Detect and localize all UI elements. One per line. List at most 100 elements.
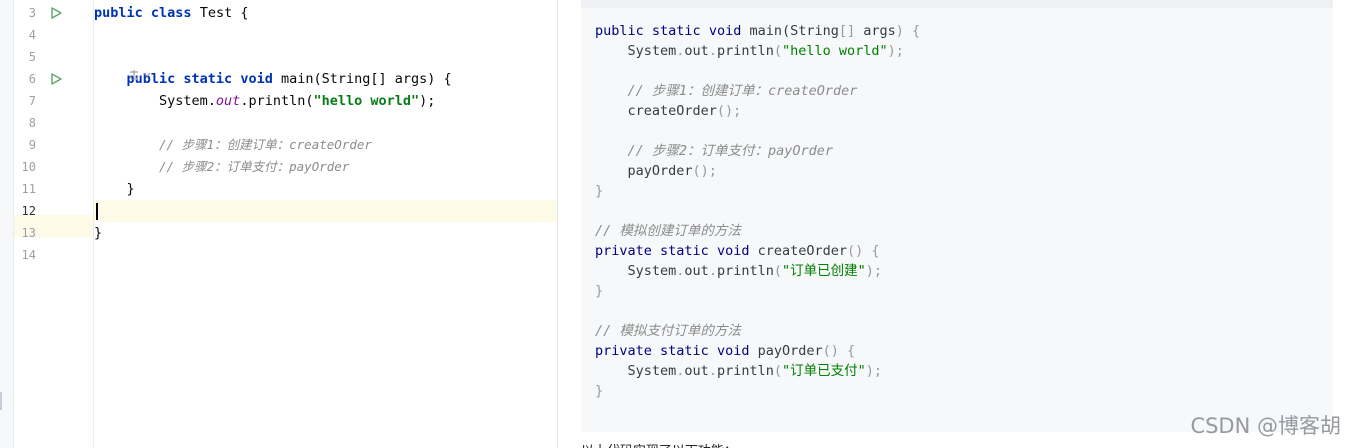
article-code-token: () { <box>822 343 856 359</box>
article-code-token: private <box>595 243 661 259</box>
line-number: 11 <box>21 182 36 196</box>
article-code-token: // 步骤1：创建订单：createOrder <box>595 83 858 99</box>
article-code-token: public <box>595 23 652 39</box>
gutter-line: 12 <box>14 200 94 222</box>
code-line[interactable] <box>94 112 557 134</box>
current-code-line[interactable] <box>94 200 557 222</box>
line-number: 6 <box>28 72 36 86</box>
article-code-token: println <box>716 43 774 59</box>
article-code-block[interactable]: public static void main(String[] args) {… <box>581 8 1333 432</box>
strip-marker <box>0 392 2 410</box>
code-line[interactable]: System.out.println("hello world"); <box>94 90 557 112</box>
article-code-token: println <box>716 263 774 279</box>
gutter-line: 3 <box>14 2 94 24</box>
line-number: 4 <box>28 28 36 42</box>
article-code-token: out <box>684 263 709 279</box>
article-code-token: // 步骤2：订单支付：payOrder <box>595 143 834 159</box>
article-code-token: "订单已支付" <box>782 363 866 379</box>
line-number: 3 <box>28 6 36 20</box>
article-code-token: static <box>651 23 709 39</box>
code-line[interactable] <box>94 46 557 68</box>
csdn-watermark: CSDN @博客胡 <box>1190 414 1341 438</box>
article-code-token: ); <box>865 263 883 279</box>
article-code-token: main <box>749 23 782 39</box>
line-number: 5 <box>28 50 36 64</box>
line-number: 12 <box>21 204 36 218</box>
article-code-token: } <box>595 383 604 399</box>
code-line[interactable]: } <box>94 178 557 200</box>
article-code-token: args <box>863 23 896 39</box>
line-number: 9 <box>28 138 36 152</box>
code-editor[interactable]: 3 4 5 6 7 8 9 10 11 12 13 14 public class Test { pu… <box>0 0 558 448</box>
code-token: main(String[] args) { <box>280 71 452 87</box>
article-code-line: System.out.println("订单已创建"); <box>595 261 883 281</box>
code-token: ); <box>419 93 436 109</box>
article-code-token: "订单已创建" <box>782 263 866 279</box>
article-code-line: } <box>595 281 603 301</box>
article-code-token: } <box>595 183 604 199</box>
article-code-token: out <box>684 363 709 379</box>
code-line[interactable]: // 步骤2：订单支付：payOrder <box>94 156 557 178</box>
article-code-token: static <box>660 343 717 359</box>
run-gutter-icon[interactable] <box>50 7 62 19</box>
code-token: } <box>94 181 135 197</box>
code-token: class <box>150 5 200 21</box>
article-code-line: createOrder(); <box>595 101 742 121</box>
article-code-line: // 模拟创建订单的方法 <box>595 221 741 241</box>
code-line[interactable] <box>94 244 557 266</box>
gutter-line: 6 <box>14 68 94 90</box>
article-code-token: void <box>708 23 750 39</box>
article-code-token: ); <box>887 43 904 59</box>
article-code-line: // 步骤2：订单支付：payOrder <box>595 141 834 161</box>
gutter-line: 8 <box>14 112 94 134</box>
article-code-token: payOrder <box>595 163 693 179</box>
code-area[interactable]: public class Test { public static void m… <box>94 0 557 448</box>
gutter-line: 5 <box>14 46 94 68</box>
article-code-token: (String <box>781 23 839 39</box>
article-code-token: () { <box>846 243 880 259</box>
article-code-token: ( <box>773 363 782 379</box>
article-code-token: System <box>595 263 677 279</box>
line-number: 14 <box>21 248 36 262</box>
article-code-token: ); <box>865 363 883 379</box>
article-code-line: // 模拟支付订单的方法 <box>595 321 741 341</box>
code-token: void <box>240 71 281 87</box>
article-code-token: ( <box>773 43 782 59</box>
article-code-token: . <box>708 263 717 279</box>
code-line[interactable]: public static void main(String[] args) { <box>94 68 557 90</box>
gutter-line: 13 <box>14 222 94 244</box>
line-gutter[interactable]: 3 4 5 6 7 8 9 10 11 12 13 14 <box>14 0 94 448</box>
article-code-token: void <box>716 343 758 359</box>
line-number: 13 <box>21 226 36 240</box>
line-number: 10 <box>21 160 36 174</box>
codeblock-toolbar <box>581 0 1333 8</box>
article-code-token: createOrder <box>595 103 717 119</box>
code-token: } <box>94 225 103 241</box>
article-code-line: System.out.println("hello world"); <box>595 41 904 61</box>
code-line[interactable]: } <box>94 222 557 244</box>
article-code-token: out <box>684 43 709 59</box>
article-code-line: public static void main(String[] args) { <box>595 21 920 41</box>
article-code-token: System <box>595 43 677 59</box>
article-code-line: } <box>595 381 603 401</box>
ai-lens-icon[interactable] <box>128 68 158 82</box>
code-token: .println( <box>240 93 314 109</box>
code-token: "hello world" <box>313 93 420 109</box>
article-code-line: // 步骤1：创建订单：createOrder <box>595 81 858 101</box>
article-code-token: // 模拟支付订单的方法 <box>595 323 741 339</box>
code-line[interactable]: public class Test { <box>94 2 557 24</box>
line-number: 7 <box>28 94 36 108</box>
gutter-line: 4 <box>14 24 94 46</box>
article-code-token: payOrder <box>757 343 823 359</box>
code-line[interactable]: // 步骤1：创建订单：createOrder <box>94 134 557 156</box>
article-code-token: private <box>595 343 661 359</box>
code-line[interactable] <box>94 24 557 46</box>
article-code-line: private static void createOrder() { <box>595 241 880 261</box>
text-caret <box>96 203 98 220</box>
article-code-line: private static void payOrder() { <box>595 341 855 361</box>
run-gutter-icon[interactable] <box>50 73 62 85</box>
code-token: // 步骤2：订单支付：payOrder <box>159 159 350 174</box>
article-panel: public static void main(String[] args) {… <box>558 0 1345 448</box>
